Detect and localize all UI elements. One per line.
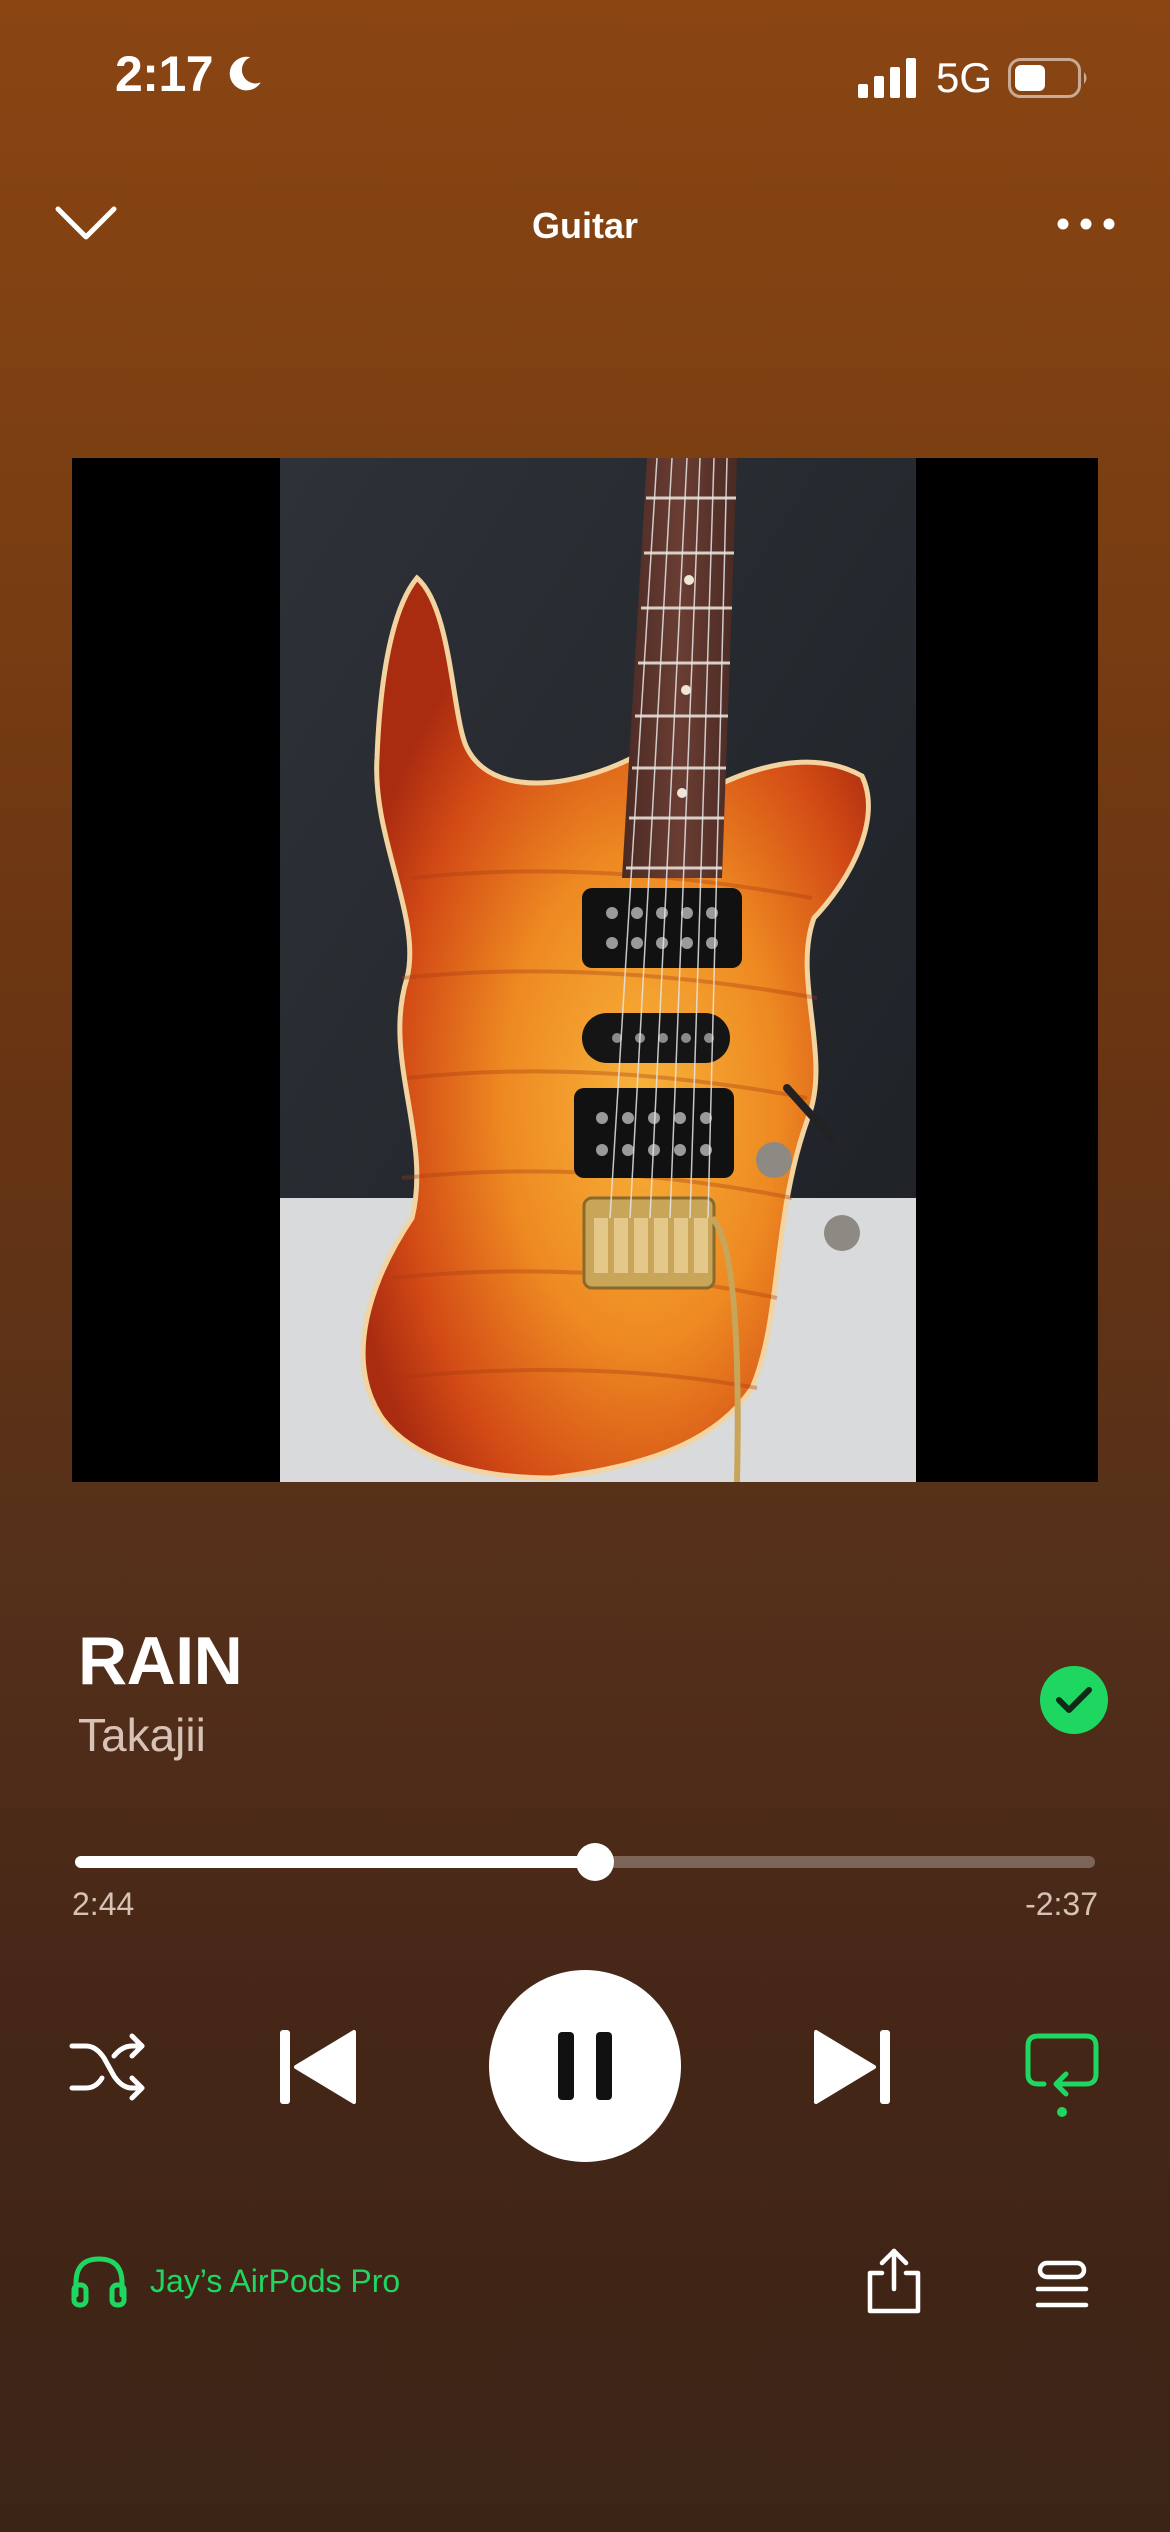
- status-time: 2:17: [115, 45, 265, 103]
- liked-button[interactable]: [1040, 1666, 1108, 1734]
- progress-fill: [75, 1856, 596, 1868]
- more-icon[interactable]: [1056, 217, 1116, 231]
- battery-icon: [1008, 58, 1087, 98]
- status-bar: 2:17 5G: [0, 0, 1170, 150]
- progress-handle[interactable]: [576, 1843, 615, 1881]
- next-button[interactable]: [808, 2022, 898, 2112]
- network-type: 5G: [935, 54, 992, 101]
- progress-bar[interactable]: [75, 1843, 1095, 1881]
- guitar-artwork: [280, 458, 916, 1482]
- context-title: Guitar: [531, 205, 638, 246]
- skip-next-icon: [814, 2030, 890, 2104]
- bottom-bar: Jay’s AirPods Pro: [0, 2245, 1170, 2325]
- album-art: [72, 458, 1098, 1482]
- headphones-icon: [71, 2256, 127, 2308]
- device-label: Jay’s AirPods Pro: [150, 2262, 401, 2299]
- track-artist[interactable]: Takajii: [78, 1708, 206, 1762]
- repeat-button[interactable]: [1022, 2028, 1102, 2118]
- share-icon[interactable]: [862, 2245, 926, 2315]
- moon-icon: [229, 56, 261, 91]
- time-elapsed: 2:44: [72, 1886, 135, 1922]
- repeat-icon: [1025, 2033, 1099, 2117]
- checkmark-icon: [1056, 1687, 1092, 1713]
- now-playing-header: Guitar: [0, 185, 1170, 265]
- shuffle-button[interactable]: [68, 2032, 148, 2102]
- previous-button[interactable]: [272, 2022, 362, 2112]
- time-remaining: -2:37: [1025, 1886, 1098, 1922]
- track-title: RAIN: [78, 1623, 243, 1699]
- playback-controls: [0, 1970, 1170, 2162]
- device-picker[interactable]: Jay’s AirPods Pro: [70, 2253, 400, 2309]
- status-indicators: 5G: [857, 54, 1090, 102]
- pause-icon: [558, 2032, 612, 2100]
- cellular-signal-icon: [857, 58, 916, 98]
- skip-previous-icon: [280, 2030, 356, 2104]
- pause-button[interactable]: [489, 1970, 681, 2162]
- queue-icon[interactable]: [1034, 2259, 1090, 2311]
- clock: 2:17: [115, 46, 214, 102]
- shuffle-icon: [69, 2033, 145, 2101]
